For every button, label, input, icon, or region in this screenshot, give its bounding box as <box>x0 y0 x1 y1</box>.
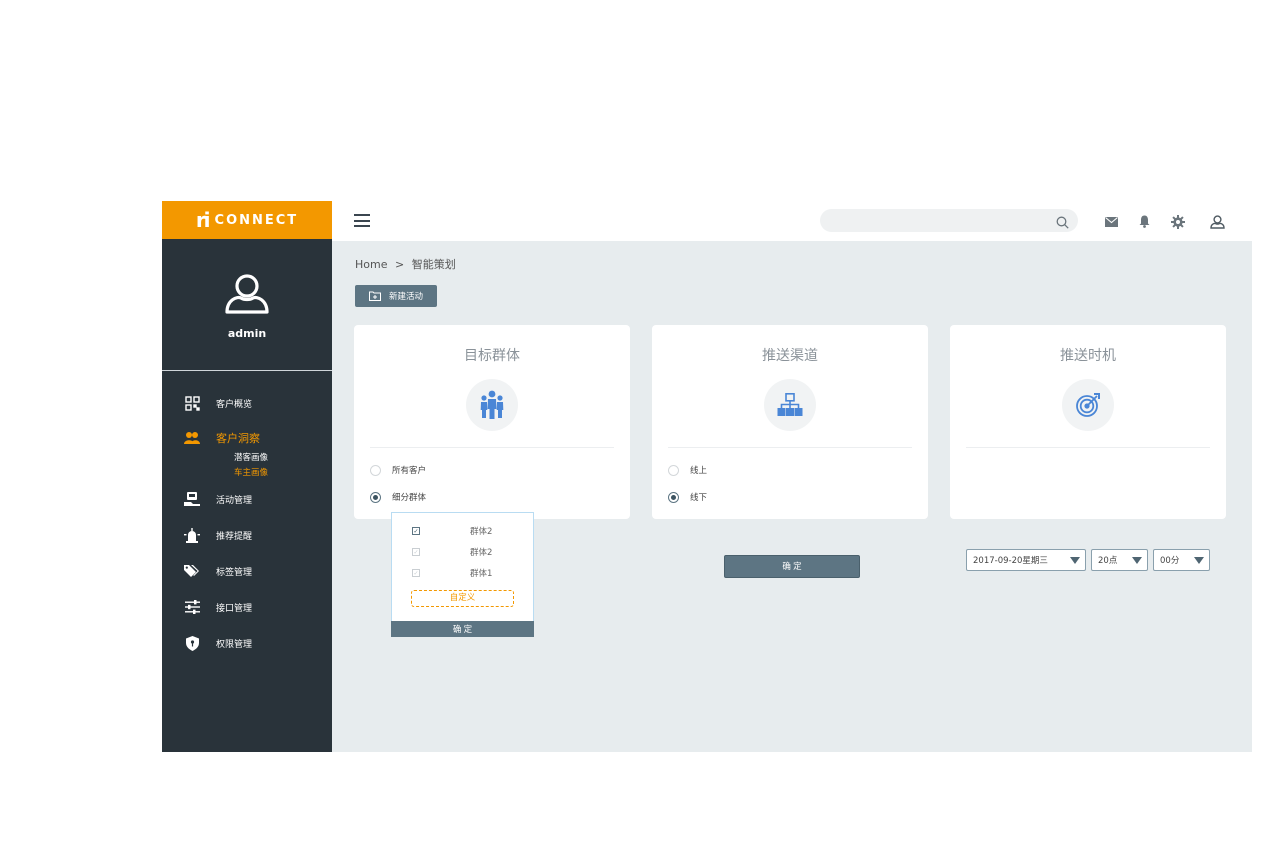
sidebar-item-label: 客户洞察 <box>216 432 260 445</box>
dropdown-confirm-button[interactable]: 确 定 <box>391 621 534 637</box>
segment-option[interactable]: ✓ 群体1 <box>412 567 522 579</box>
segment-option[interactable]: ✓ 群体2 <box>412 525 522 537</box>
search-icon[interactable] <box>1056 214 1069 233</box>
user-icon[interactable] <box>1210 214 1225 229</box>
sidebar-item-insight[interactable]: 客户洞察 <box>162 425 332 451</box>
breadcrumb-separator: > <box>394 258 405 271</box>
sidebar-item-label: 活动管理 <box>216 495 253 506</box>
gear-icon[interactable] <box>1170 214 1185 229</box>
hour-select[interactable]: 20点 <box>1091 549 1148 571</box>
sidebar-menu: 客户概览 客户洞察 潜客画像 车主画像 活动管理 推荐提醒 标签管理 接口管理 … <box>162 371 332 661</box>
chevron-down-icon <box>1070 557 1080 564</box>
new-campaign-label: 新建活动 <box>388 291 423 301</box>
sliders-icon <box>184 599 200 615</box>
hierarchy-icon <box>764 379 816 431</box>
main-content: Home > 智能策划 新建活动 目标群体 所有客户 细分群体 推送渠道 线上 … <box>332 241 1252 752</box>
sidebar-item-permission[interactable]: 权限管理 <box>162 625 332 661</box>
card-divider <box>668 447 912 448</box>
search-input[interactable] <box>820 209 1078 232</box>
chevron-down-icon <box>1194 557 1204 564</box>
minute-select[interactable]: 00分 <box>1153 549 1210 571</box>
timing-card: 推送时机 2017-09-20星期三 20点 00分 <box>950 325 1226 571</box>
confirm-button[interactable]: 确 定 <box>724 555 860 578</box>
audience-card: 目标群体 所有客户 细分群体 <box>354 325 630 519</box>
card-divider <box>966 447 1210 448</box>
screen-hand-icon <box>184 491 200 507</box>
channel-option-label: 线上 <box>690 466 708 476</box>
audience-card-title: 目标群体 <box>464 348 520 364</box>
top-bar <box>332 201 1252 241</box>
user-profile: admin <box>162 239 332 371</box>
minute-select-value: 00分 <box>1160 556 1180 566</box>
checkbox[interactable]: ✓ <box>412 569 420 577</box>
breadcrumb-current: 智能策划 <box>411 258 456 271</box>
sidebar-item-api[interactable]: 接口管理 <box>162 589 332 625</box>
channel-option-label: 线下 <box>690 493 708 503</box>
sidebar-subitem-prospect[interactable]: 潜客画像 <box>234 451 332 466</box>
breadcrumb: Home > 智能策划 <box>355 256 456 272</box>
sidebar-submenu: 潜客画像 车主画像 <box>162 451 332 481</box>
sidebar-item-label: 客户概览 <box>216 399 253 410</box>
brand-logo[interactable]: ri CONNECT <box>162 201 332 239</box>
sidebar-item-recommend[interactable]: 推荐提醒 <box>162 517 332 553</box>
date-select-value: 2017-09-20星期三 <box>973 556 1048 566</box>
shield-icon <box>184 635 200 651</box>
sidebar-item-tags[interactable]: 标签管理 <box>162 553 332 589</box>
channel-card-title: 推送渠道 <box>762 348 818 364</box>
breadcrumb-home[interactable]: Home <box>355 258 387 271</box>
bell-icon[interactable] <box>1137 214 1152 229</box>
menu-toggle-icon[interactable] <box>354 214 370 227</box>
grid-icon <box>184 395 200 411</box>
hour-select-value: 20点 <box>1098 556 1118 566</box>
segment-option[interactable]: ✓ 群体2 <box>412 546 522 558</box>
sidebar: admin 客户概览 客户洞察 潜客画像 车主画像 活动管理 推荐提醒 标签管理… <box>162 239 332 752</box>
segment-option-label: 群体2 <box>470 527 493 537</box>
sidebar-item-label: 标签管理 <box>216 567 253 578</box>
checkbox[interactable]: ✓ <box>412 548 420 556</box>
radio-button[interactable] <box>668 464 679 476</box>
user-outline-icon[interactable] <box>223 273 271 319</box>
sidebar-item-label: 权限管理 <box>216 639 253 650</box>
audience-option-segment[interactable]: 细分群体 <box>370 491 426 503</box>
checkbox[interactable]: ✓ <box>412 527 420 535</box>
user-name: admin <box>227 327 267 340</box>
audience-option-label: 所有客户 <box>392 466 427 476</box>
channel-option-offline[interactable]: 线下 <box>668 491 707 503</box>
radio-button[interactable] <box>370 464 381 476</box>
channel-option-online[interactable]: 线上 <box>668 464 707 476</box>
custom-segment-button[interactable]: 自定义 <box>411 590 514 607</box>
audience-option-label: 细分群体 <box>392 493 427 503</box>
segment-option-label: 群体1 <box>470 569 493 579</box>
tags-icon <box>184 563 200 579</box>
mail-icon[interactable] <box>1104 214 1119 229</box>
segment-dropdown: ✓ 群体2 ✓ 群体2 ✓ 群体1 自定义 确 定 <box>391 512 534 637</box>
radio-button[interactable] <box>370 491 381 503</box>
users-icon <box>184 430 200 446</box>
audience-option-all[interactable]: 所有客户 <box>370 464 426 476</box>
sidebar-item-campaign[interactable]: 活动管理 <box>162 481 332 517</box>
app-shell: ri CONNECT admin 客户概览 客户洞察 潜客画像 车主画像 活动管… <box>162 201 1252 752</box>
target-icon <box>1062 379 1114 431</box>
sidebar-item-label: 接口管理 <box>216 603 253 614</box>
segment-option-label: 群体2 <box>470 548 493 558</box>
date-select[interactable]: 2017-09-20星期三 <box>966 549 1086 571</box>
card-divider <box>370 447 614 448</box>
new-campaign-button[interactable]: 新建活动 <box>355 285 437 307</box>
sidebar-item-label: 推荐提醒 <box>216 531 253 542</box>
channel-card: 推送渠道 线上 线下 <box>652 325 928 519</box>
brand-mark: ri <box>195 208 211 232</box>
group-icon <box>466 379 518 431</box>
radio-button[interactable] <box>668 491 679 503</box>
sidebar-item-overview[interactable]: 客户概览 <box>162 385 332 421</box>
timing-card-title: 推送时机 <box>1060 348 1116 364</box>
sidebar-subitem-owner[interactable]: 车主画像 <box>234 466 332 481</box>
brand-name: CONNECT <box>214 212 299 228</box>
chevron-down-icon <box>1132 557 1142 564</box>
alarm-light-icon <box>184 527 200 543</box>
folder-plus-icon <box>368 291 381 301</box>
